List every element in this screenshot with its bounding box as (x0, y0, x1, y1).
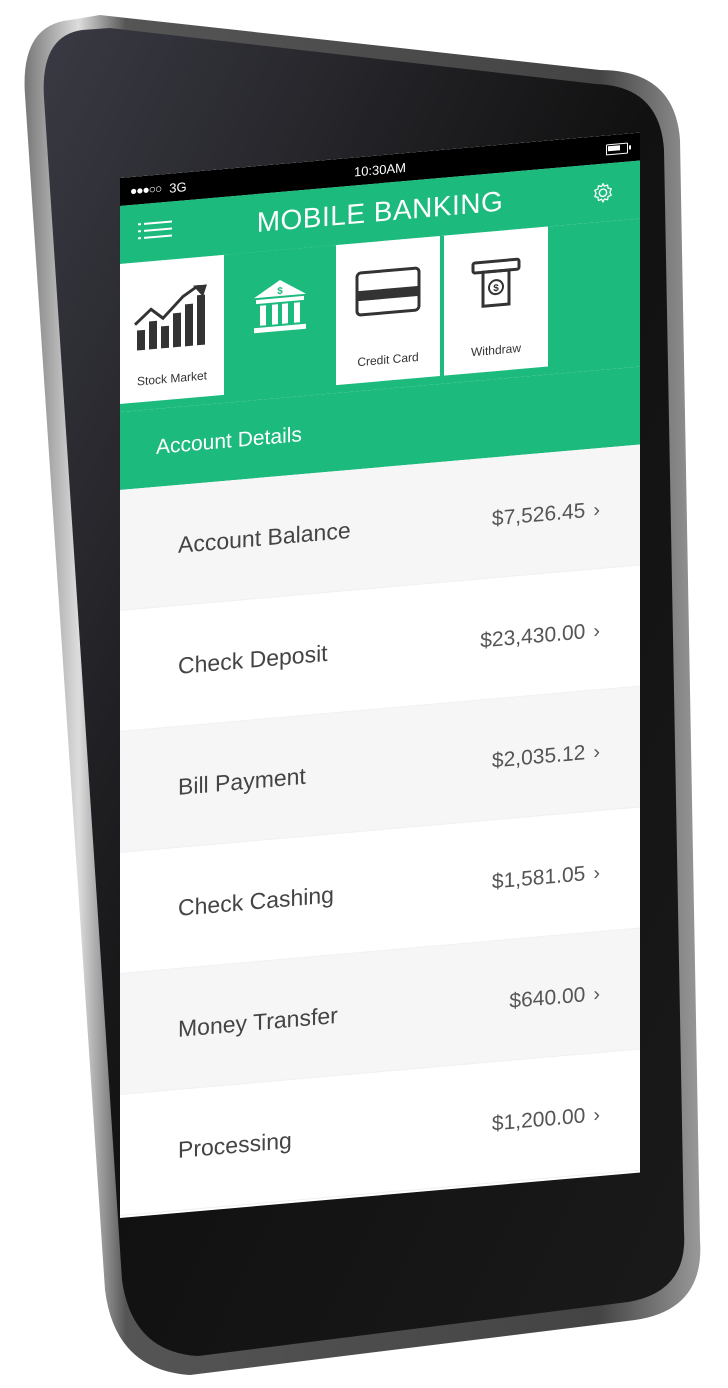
account-label: Money Transfer (178, 1001, 338, 1042)
chevron-right-icon: › (593, 498, 600, 522)
chevron-right-icon: › (593, 982, 600, 1006)
tab-withdraw[interactable]: $ Withdraw (444, 226, 548, 376)
battery-icon (606, 142, 628, 156)
stage: ●●●○○ 3G 10:30AM MOBILE BANKING Stock Ma… (0, 0, 728, 1388)
account-value: $23,430.00 (480, 619, 586, 652)
atm-icon: $ (471, 257, 521, 308)
svg-text:$: $ (493, 283, 499, 295)
bank-icon: $ (254, 280, 306, 334)
signal-indicator: ●●●○○ (130, 181, 162, 199)
phone-screen: ●●●○○ 3G 10:30AM MOBILE BANKING Stock Ma… (120, 132, 640, 1219)
chevron-right-icon: › (593, 861, 600, 885)
chart-icon (134, 284, 207, 351)
credit-card-icon (355, 266, 421, 317)
status-time: 10:30AM (353, 159, 407, 180)
account-value: $2,035.12 (491, 740, 586, 772)
chevron-right-icon: › (593, 619, 600, 643)
account-label: Check Cashing (178, 880, 334, 921)
account-label: Check Deposit (178, 639, 328, 679)
menu-icon[interactable] (138, 215, 172, 242)
svg-text:$: $ (277, 286, 283, 298)
account-value: $640.00 (509, 982, 586, 1013)
account-value: $1,581.05 (491, 861, 586, 893)
tab-stock-market[interactable]: Stock Market (120, 254, 224, 404)
chevron-right-icon: › (593, 1103, 600, 1127)
account-list: Account Balance $7,526.45 › Check Deposit… (120, 444, 640, 1216)
account-label: Account Balance (178, 516, 351, 558)
gear-icon[interactable] (592, 181, 614, 205)
account-label: Bill Payment (178, 762, 306, 800)
network-type: 3G (169, 178, 187, 196)
tab-label-credit-card: Credit Card (357, 349, 419, 370)
tab-label-withdraw: Withdraw (470, 340, 521, 360)
account-label: Processing (178, 1126, 292, 1163)
account-value: $1,200.00 (491, 1103, 586, 1135)
app-title: MOBILE BANKING (256, 185, 504, 239)
tab-bank[interactable]: $ (228, 245, 332, 395)
tab-credit-card[interactable]: Credit Card (336, 236, 440, 386)
account-value: $7,526.45 (491, 498, 586, 530)
chevron-right-icon: › (593, 740, 600, 764)
tab-label-stock-market: Stock Market (136, 368, 208, 389)
